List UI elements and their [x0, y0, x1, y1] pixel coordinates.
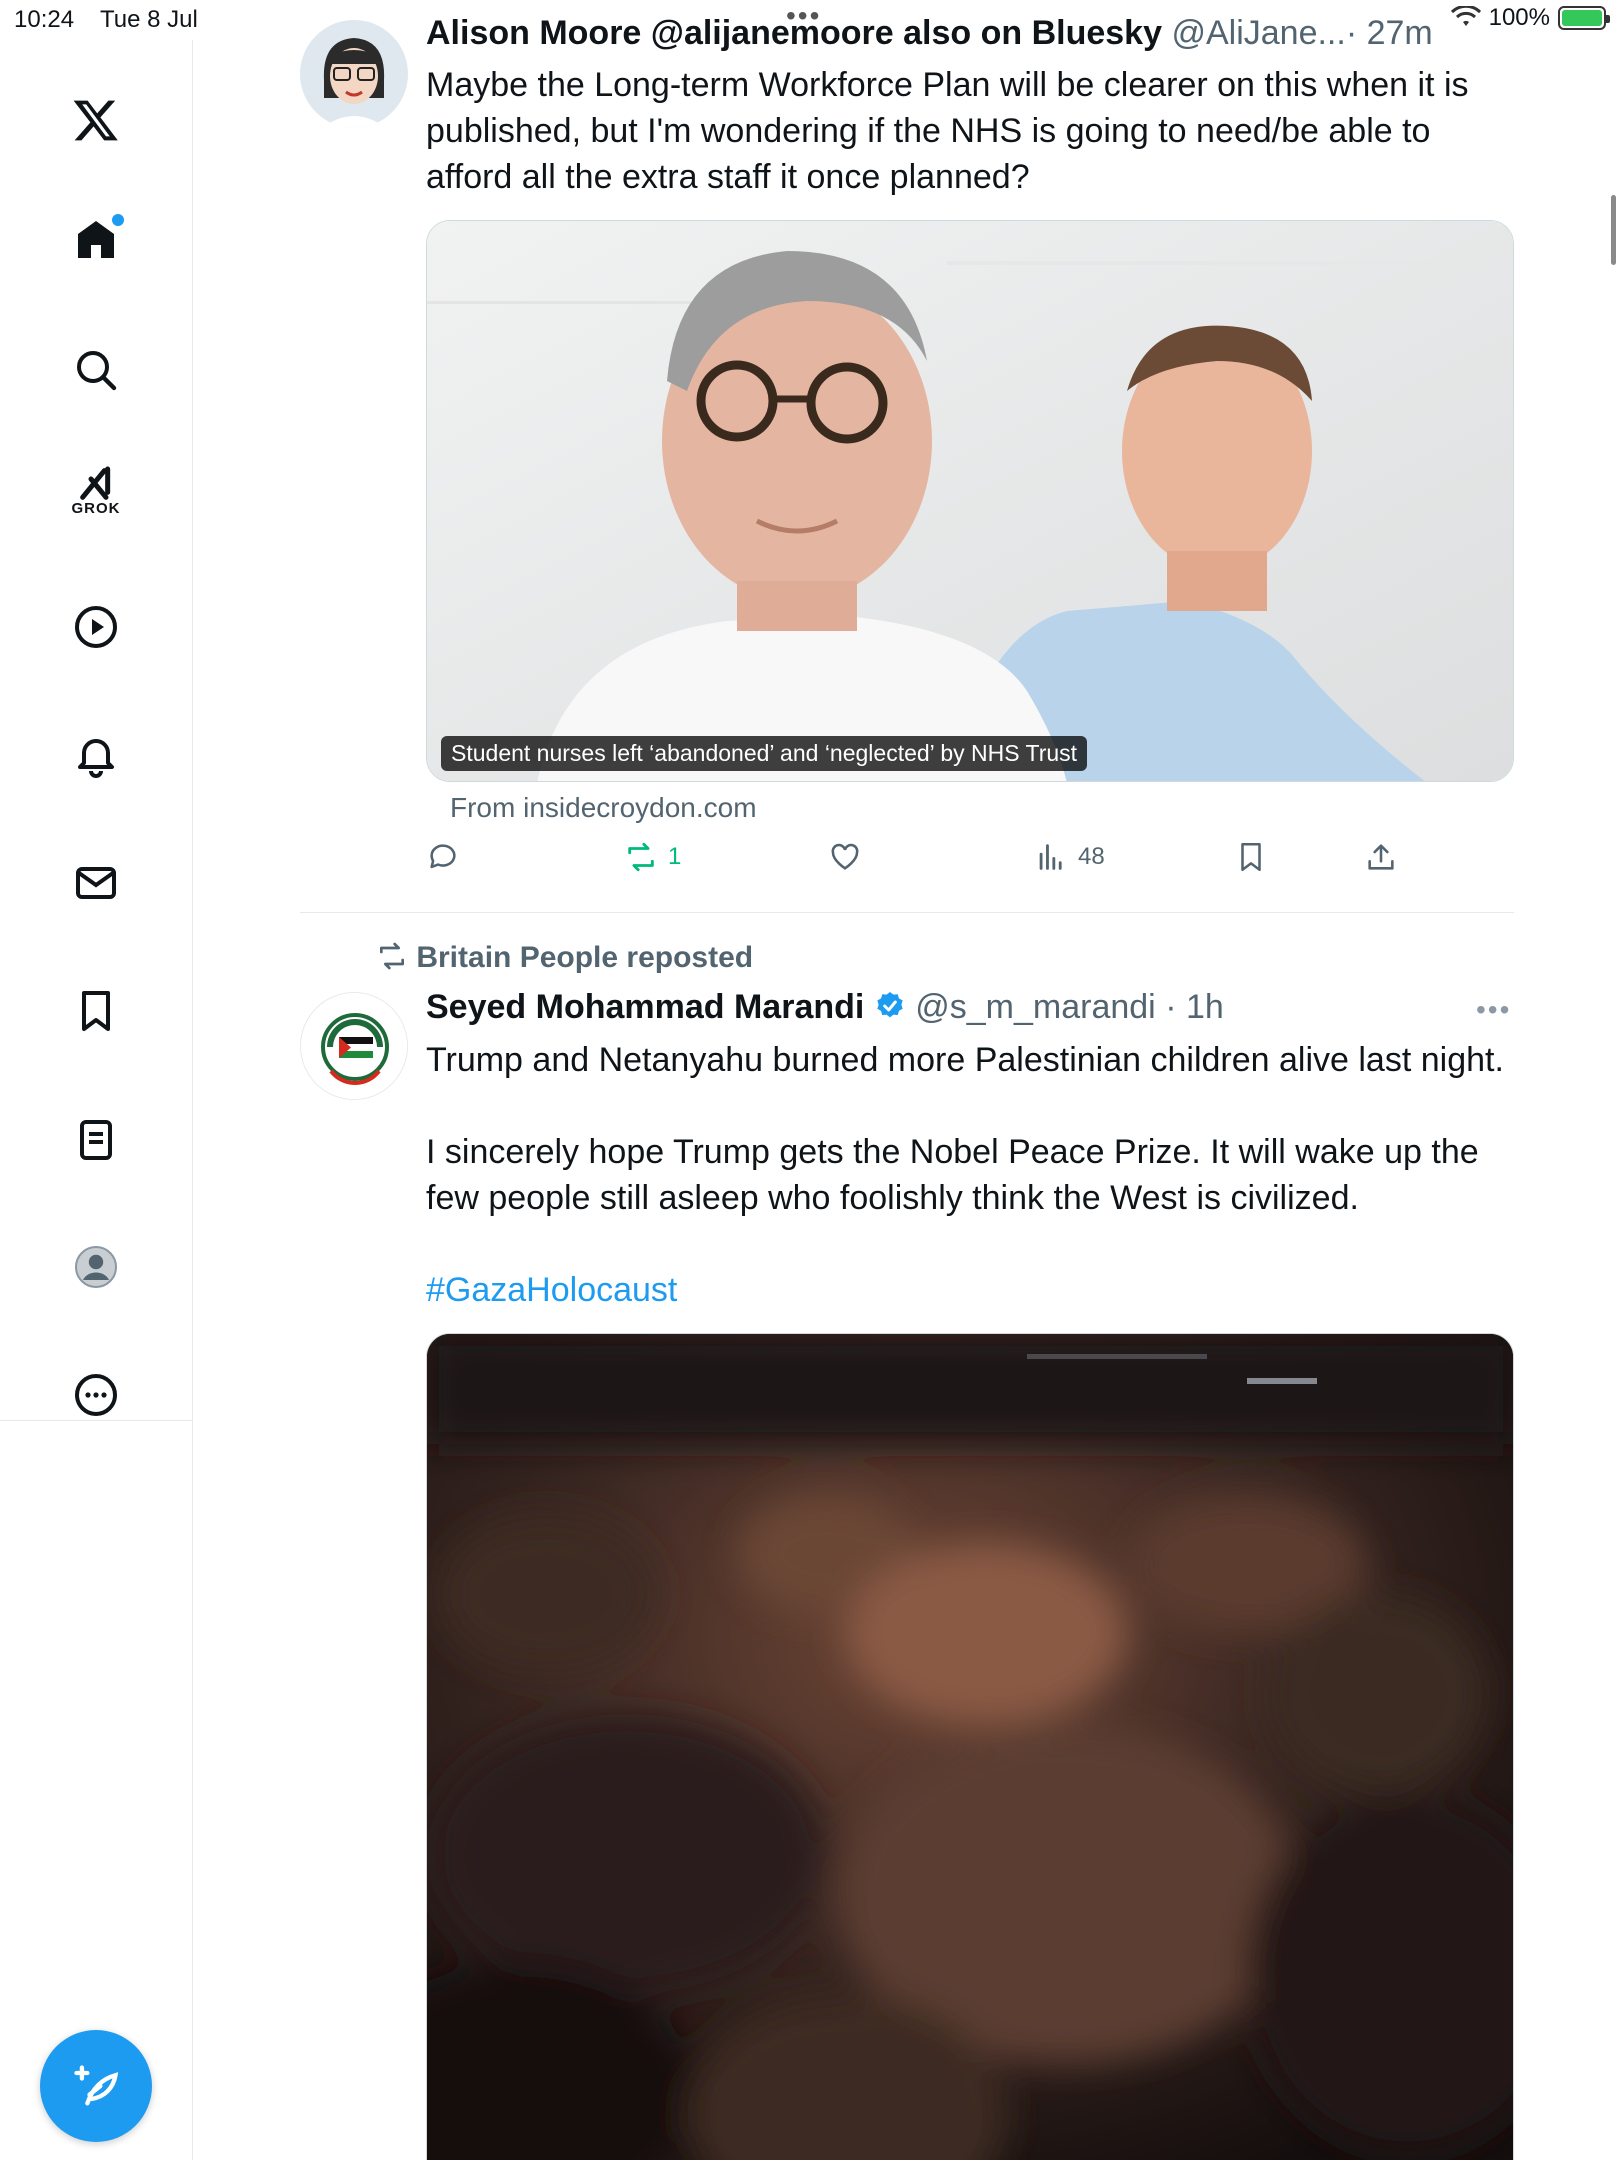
sidebar-item-grok[interactable]: GROK	[56, 450, 136, 530]
sidebar-item-home[interactable]	[56, 200, 136, 280]
hashtag-link[interactable]: #GazaHolocaust	[426, 1267, 677, 1313]
tweet-header: Alison Moore @alijanemoore also on Blues…	[426, 14, 1433, 53]
tweet-time[interactable]: · 27m	[1346, 14, 1433, 52]
like-button[interactable]	[828, 840, 862, 874]
sidebar: GROK	[0, 40, 193, 2160]
play-circle-icon	[75, 606, 117, 648]
unread-dot	[112, 214, 124, 226]
retweet-count: 1	[668, 843, 682, 870]
compose-post-button[interactable]	[40, 2030, 152, 2142]
status-date: Tue 8 Jul	[100, 6, 198, 33]
feather-plus-icon	[74, 2065, 119, 2106]
heart-icon	[831, 843, 859, 870]
search-icon	[77, 351, 117, 391]
x-logo-icon[interactable]	[56, 80, 136, 160]
video-frame	[427, 1334, 1513, 2160]
link-source[interactable]: From insidecroydon.com	[450, 792, 757, 824]
link-card-image[interactable]: Student nurses left ‘abandoned’ and ‘neg…	[426, 220, 1514, 782]
verified-badge-icon	[877, 992, 903, 1018]
views-count: 48	[1078, 843, 1105, 870]
author-handle[interactable]: @AliJane...	[1171, 14, 1345, 52]
tweet-actions: 1 48	[426, 840, 1514, 890]
tweet-text: I sincerely hope Trump gets the Nobel Pe…	[426, 1133, 1479, 1217]
sidebar-item-notifications[interactable]	[56, 715, 136, 795]
repost-by[interactable]: Britain People reposted	[416, 941, 753, 974]
repost-label: Britain People reposted	[376, 940, 753, 975]
sidebar-item-messages[interactable]	[56, 843, 136, 923]
author-name[interactable]: Alison Moore @alijanemoore also on Blues…	[426, 14, 1162, 52]
bookmark-icon	[82, 991, 110, 1031]
author-name[interactable]: Seyed Mohammad Marandi	[426, 988, 864, 1026]
envelope-icon	[76, 867, 116, 899]
reply-icon	[430, 844, 456, 869]
tweet-text: Maybe the Long-term Workforce Plan will …	[426, 66, 1469, 196]
sidebar-item-more[interactable]	[56, 1355, 136, 1435]
grok-label: GROK	[71, 499, 121, 517]
tweet-text: Trump and Netanyahu burned more Palestin…	[426, 1041, 1504, 1079]
more-circle-icon	[75, 1374, 117, 1416]
bell-icon	[78, 739, 114, 778]
profile-avatar-icon	[75, 1246, 117, 1288]
views-button[interactable]: 48	[1034, 840, 1105, 874]
retweet-icon	[380, 942, 404, 970]
grok-icon	[80, 466, 111, 500]
sidebar-item-profile[interactable]	[56, 1227, 136, 1307]
wifi-icon	[1450, 6, 1481, 26]
sidebar-item-lists[interactable]	[56, 1100, 136, 1180]
sidebar-item-video[interactable]	[56, 587, 136, 667]
reply-button[interactable]	[426, 840, 460, 874]
battery-icon	[1558, 6, 1610, 30]
author-handle[interactable]: @s_m_marandi	[915, 988, 1156, 1026]
battery-percentage: 100%	[1488, 4, 1550, 31]
views-chart-icon	[1039, 844, 1062, 870]
share-icon	[1368, 844, 1394, 870]
status-indicators: 100%	[1450, 4, 1610, 32]
retweet-icon	[628, 842, 654, 872]
tweet-time[interactable]: · 1h	[1165, 988, 1224, 1026]
tweet-divider	[300, 912, 1514, 913]
link-card-caption: Student nurses left ‘abandoned’ and ‘neg…	[441, 736, 1088, 771]
status-time: 10:24	[14, 6, 75, 33]
sidebar-divider	[0, 1420, 193, 1421]
sidebar-item-bookmarks[interactable]	[56, 971, 136, 1051]
share-button[interactable]	[1364, 840, 1398, 874]
sidebar-item-search[interactable]	[56, 330, 136, 410]
video-player[interactable]	[426, 1333, 1514, 2160]
bookmark-icon	[1241, 842, 1261, 872]
list-document-icon	[80, 1120, 112, 1160]
tweet-header: Seyed Mohammad Marandi @s_m_marandi · 1h	[426, 988, 1224, 1027]
author-avatar[interactable]	[300, 20, 408, 128]
bookmark-button[interactable]	[1234, 840, 1268, 874]
more-options-icon[interactable]: •••	[1476, 994, 1511, 1026]
scroll-indicator[interactable]	[1611, 195, 1616, 265]
retweet-button[interactable]: 1	[624, 840, 681, 874]
news-photo	[427, 221, 1513, 781]
author-avatar[interactable]	[300, 992, 408, 1100]
